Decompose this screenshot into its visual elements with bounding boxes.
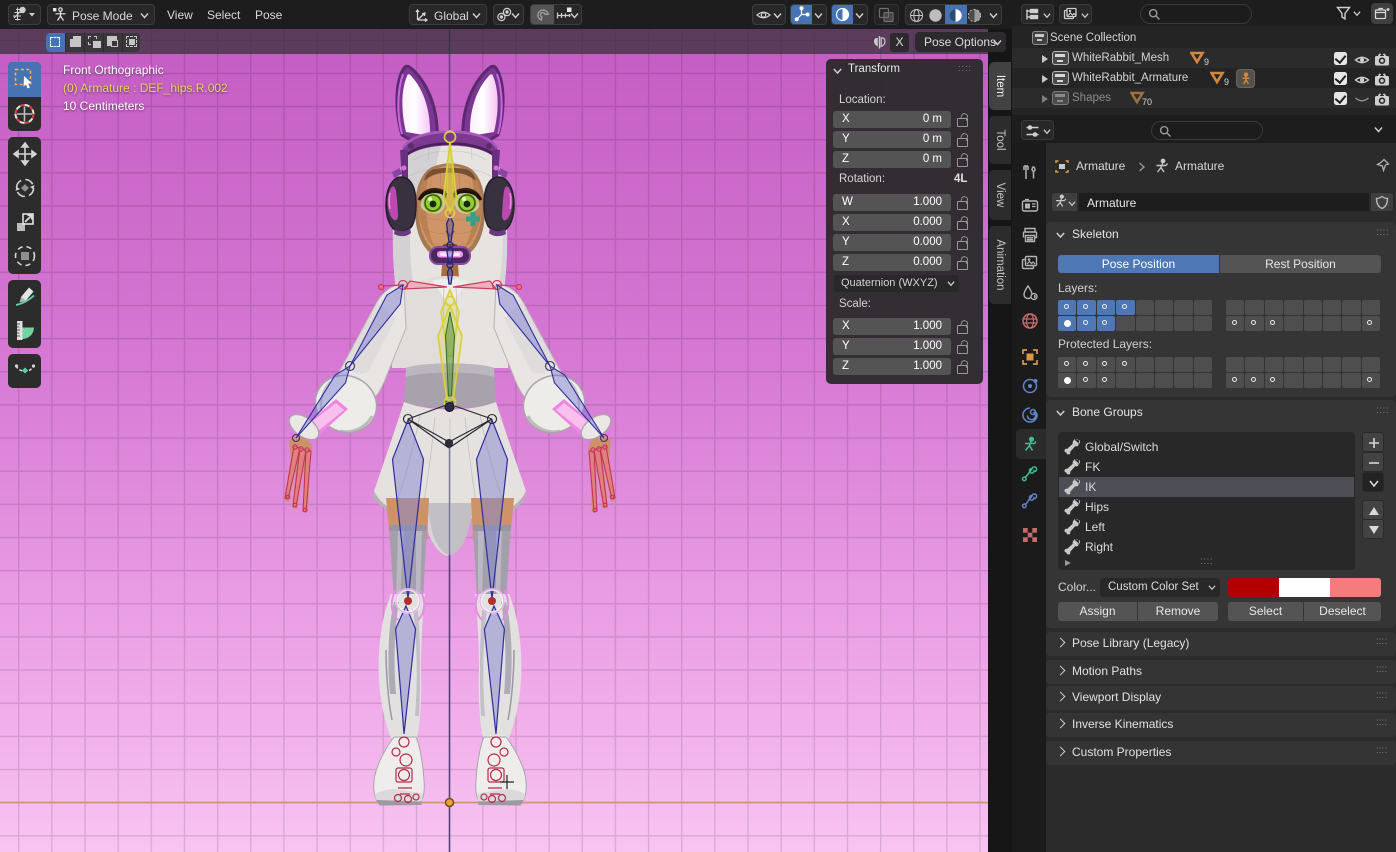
- svg-text:9: 9: [1224, 77, 1229, 87]
- svg-text:9: 9: [1204, 57, 1209, 67]
- svg-text:70: 70: [1142, 97, 1152, 107]
